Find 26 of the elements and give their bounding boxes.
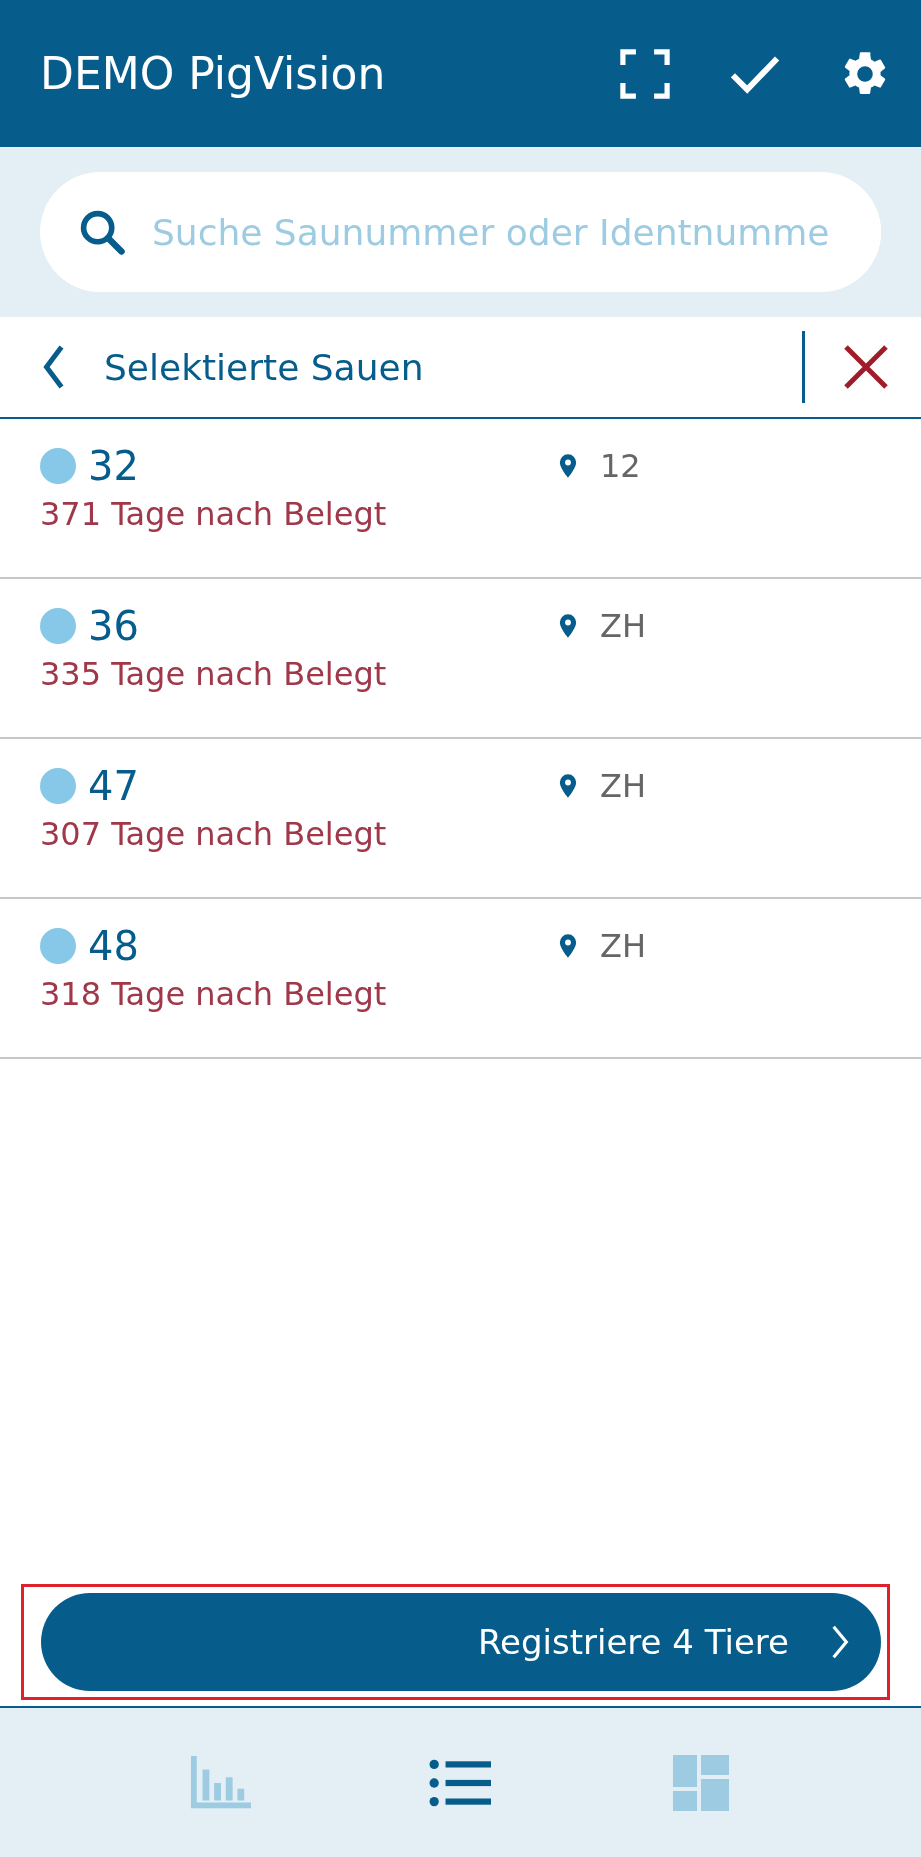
register-button[interactable]: Registriere 4 Tiere <box>41 1593 881 1691</box>
pen-location: ZH <box>600 607 646 645</box>
status-dot <box>40 928 76 964</box>
sow-number: 48 <box>88 923 139 969</box>
status-dot <box>40 448 76 484</box>
sow-number: 47 <box>88 763 139 809</box>
app-title: DEMO PigVision <box>40 48 387 99</box>
status-dot <box>40 608 76 644</box>
sow-list-item[interactable]: 36 ZH 335 Tage nach Belegt <box>0 579 921 739</box>
search-field[interactable]: Suche Saunummer oder Identnumme <box>40 172 881 292</box>
sow-number: 36 <box>88 603 139 649</box>
days-since-mating: 335 Tage nach Belegt <box>40 655 387 693</box>
pen-location: ZH <box>600 767 646 805</box>
sow-number: 32 <box>88 443 139 489</box>
days-since-mating: 307 Tage nach Belegt <box>40 815 387 853</box>
status-dot <box>40 768 76 804</box>
scan-frame-icon[interactable] <box>619 47 671 100</box>
sow-list-item[interactable]: 48 ZH 318 Tage nach Belegt <box>0 899 921 1059</box>
sow-list-item[interactable]: 47 ZH 307 Tage nach Belegt <box>0 739 921 899</box>
pen-location: ZH <box>600 927 646 965</box>
sow-list-item[interactable]: 32 12 371 Tage nach Belegt <box>0 419 921 579</box>
bar-chart-icon <box>189 1754 252 1811</box>
pen-location: 12 <box>600 447 641 485</box>
days-since-mating: 371 Tage nach Belegt <box>40 495 387 533</box>
days-since-mating: 318 Tage nach Belegt <box>40 975 387 1013</box>
selection-title: Selektierte Sauen <box>104 346 425 388</box>
